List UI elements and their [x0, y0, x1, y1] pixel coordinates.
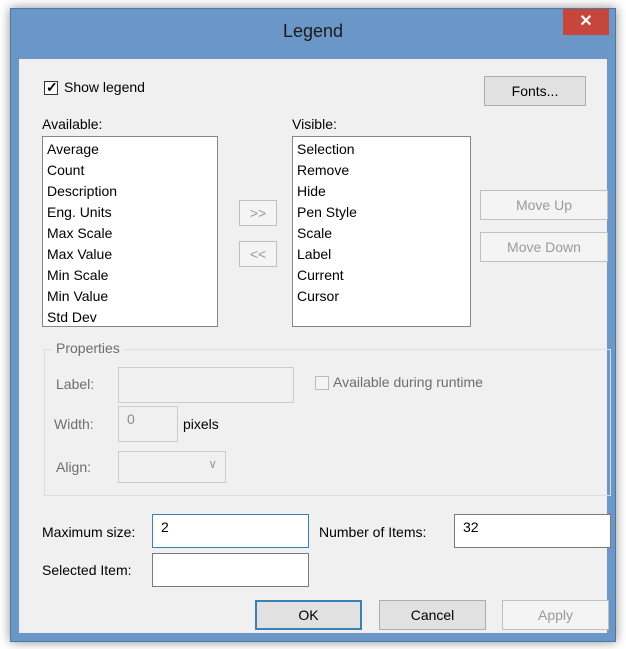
list-item[interactable]: Average: [47, 139, 217, 160]
number-of-items-field[interactable]: 32: [454, 514, 611, 548]
close-icon: ✕: [579, 13, 593, 30]
checkmark-icon: ✓: [46, 79, 58, 95]
list-item[interactable]: Max Scale: [47, 223, 217, 244]
maximum-size-label: Maximum size:: [42, 524, 136, 540]
list-item[interactable]: Current: [297, 265, 470, 286]
list-item[interactable]: Min Value: [47, 286, 217, 307]
list-item[interactable]: Std Dev: [47, 307, 217, 328]
window-title: Legend: [282, 21, 344, 41]
list-item[interactable]: Remove: [297, 160, 470, 181]
visible-label: Visible:: [292, 116, 337, 132]
list-item[interactable]: Hide: [297, 181, 470, 202]
list-item[interactable]: Eng. Units: [47, 202, 217, 223]
chevron-down-icon: ∨: [208, 457, 217, 471]
ok-button[interactable]: OK: [255, 600, 362, 630]
close-button[interactable]: ✕: [563, 9, 609, 35]
fonts-button[interactable]: Fonts...: [484, 76, 586, 106]
list-item[interactable]: Label: [297, 244, 470, 265]
available-runtime-checkbox[interactable]: [315, 376, 329, 390]
width-caption: Width:: [54, 416, 94, 432]
list-item[interactable]: Count: [47, 160, 217, 181]
cancel-button[interactable]: Cancel: [379, 600, 486, 630]
list-item[interactable]: Pen Style: [297, 202, 470, 223]
available-list[interactable]: Average Count Description Eng. Units Max…: [42, 136, 218, 327]
list-item[interactable]: Cursor: [297, 286, 470, 307]
width-unit-label: pixels: [183, 416, 219, 432]
dialog-body: ✓ Show legend Fonts... Available: Averag…: [19, 59, 611, 633]
align-select[interactable]: ∨: [118, 451, 226, 483]
maximum-size-field[interactable]: 2: [152, 514, 309, 548]
visible-list[interactable]: Selection Remove Hide Pen Style Scale La…: [292, 136, 471, 327]
remove-from-visible-button[interactable]: <<: [239, 241, 277, 267]
move-down-button[interactable]: Move Down: [480, 232, 608, 262]
label-field[interactable]: [118, 367, 294, 403]
number-of-items-label: Number of Items:: [319, 524, 427, 540]
list-item[interactable]: Min Scale: [47, 265, 217, 286]
selected-item-label: Selected Item:: [42, 562, 132, 578]
selected-item-field[interactable]: [152, 553, 309, 587]
properties-caption: Properties: [52, 340, 124, 356]
add-to-visible-button[interactable]: >>: [239, 200, 277, 226]
align-caption: Align:: [56, 459, 92, 475]
title-bar[interactable]: Legend ✕: [11, 9, 615, 59]
list-item[interactable]: Description: [47, 181, 217, 202]
available-label: Available:: [42, 116, 103, 132]
show-legend-label[interactable]: Show legend: [64, 79, 145, 95]
list-item[interactable]: Selection: [297, 139, 470, 160]
width-field[interactable]: 0: [118, 406, 178, 442]
available-runtime-label[interactable]: Available during runtime: [333, 374, 483, 390]
move-up-button[interactable]: Move Up: [480, 190, 608, 220]
list-item[interactable]: Scale: [297, 223, 470, 244]
apply-button[interactable]: Apply: [502, 600, 609, 630]
legend-dialog: Legend ✕ ✓ Show legend Fonts... Availabl…: [10, 8, 616, 642]
label-caption: Label:: [56, 376, 95, 392]
show-legend-checkbox[interactable]: ✓: [44, 79, 58, 95]
list-item[interactable]: Max Value: [47, 244, 217, 265]
